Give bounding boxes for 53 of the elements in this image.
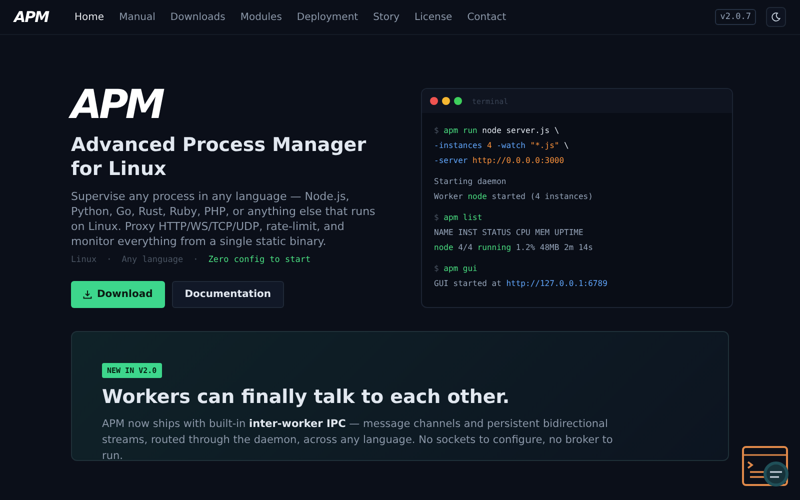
logo: APM [71, 85, 371, 125]
feature-description: APM now ships with built-in inter-worker IPC — message channels and persistent bidirectional streams, routed through the daemon, across any language. No sockets to configure, no broker to run. [102, 417, 614, 464]
terminal-text: $ [434, 125, 439, 137]
minimize-dot-icon [442, 97, 450, 105]
separator: · [193, 255, 198, 265]
terminal-text: running [477, 242, 512, 254]
nav-link[interactable]: Home [74, 12, 104, 22]
terminal-text: 1.2% 48MB 2m 14s [516, 242, 593, 254]
terminal-text: Starting daemon [434, 176, 506, 188]
logo[interactable]: APM [14, 8, 49, 26]
terminal-text: NAME INST STATUS CPU MEM UPTIME [434, 227, 584, 239]
nav-link[interactable]: Contact [467, 12, 506, 22]
terminal-text: http://0.0.0.0:3000 [472, 155, 564, 167]
nav-link[interactable]: Downloads [170, 12, 226, 22]
hero-title: Advanced Process Manager for Linux [71, 133, 368, 181]
moon-icon [771, 12, 781, 22]
download-button[interactable]: Download [71, 281, 165, 308]
terminal-text: \ [564, 140, 569, 152]
terminal-text: "*.js" [530, 140, 560, 152]
feature-tag: Any language [122, 255, 184, 265]
feature-tag: Linux [71, 255, 97, 265]
terminal-text: started (4 instances) [492, 191, 593, 203]
nav-link[interactable]: Manual [119, 12, 156, 22]
maximize-dot-icon [454, 97, 462, 105]
version-badge: v2.0.7 [715, 9, 756, 25]
terminal-text: node server.js \ [482, 125, 560, 137]
terminal-text: apm run [444, 125, 478, 137]
download-icon [83, 290, 92, 299]
terminal-text: apm gui [444, 263, 478, 275]
terminal-text: apm list [444, 212, 482, 224]
nav-link[interactable]: Story [373, 12, 400, 22]
terminal-text: GUI started at [434, 278, 502, 290]
terminal-text: -instances [434, 140, 482, 152]
terminal-text: -watch [496, 140, 526, 152]
terminal-text: -server [434, 155, 468, 167]
terminal-text: node [468, 191, 487, 203]
terminal-text: node [434, 242, 454, 254]
nav-link[interactable]: Deployment [296, 12, 358, 22]
terminal-text: Worker [434, 191, 463, 203]
terminal-text: 4 [486, 140, 492, 152]
close-dot-icon [430, 97, 438, 105]
feature-title: Workers can finally talk to each other. [102, 386, 511, 408]
terminal-text: http://127.0.0.1:6789 [506, 278, 608, 290]
feature-tag: Zero config to start [208, 255, 311, 265]
terminal-text: $ [434, 212, 439, 224]
nav-link[interactable]: License [414, 12, 452, 22]
terminal-text: 4/4 [458, 242, 473, 254]
separator: · [106, 255, 112, 265]
theme-toggle-button[interactable] [766, 7, 786, 27]
terminal-text: $ [434, 263, 439, 275]
hero-description: Supervise any process in any language — Node.js, Python, Go, Rust, Ruby, PHP, or anything else that runs on Linux. Proxy HTTP/WS/TCP/UDP, rate-limit, and monitor everything from a single static binary. [71, 189, 376, 249]
nav-link[interactable]: Modules [240, 12, 282, 22]
documentation-button[interactable]: Documentation [172, 281, 284, 308]
